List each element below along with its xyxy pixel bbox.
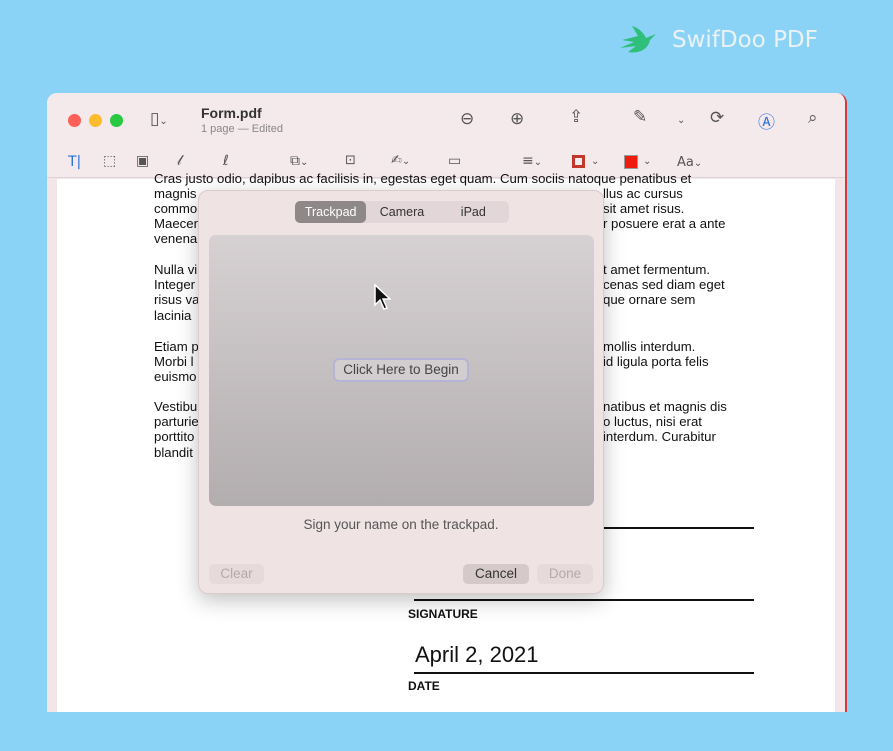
redact-icon[interactable]: ▣ [136,153,149,169]
text-selection-icon[interactable]: T| [68,154,81,170]
instruction-text: Sign your name on the trackpad. [303,517,499,532]
document-line-fragment: t amet fermentum. [603,262,711,277]
fill-color-icon[interactable] [624,155,638,169]
close-button[interactable] [68,114,81,127]
document-line: lacinia [154,308,192,323]
signature-label: SIGNATURE [408,607,478,621]
brand-logo: SwifDoo PDF [618,24,818,56]
swift-bird-icon [620,26,656,53]
draw-icon[interactable]: ℓ [223,153,229,169]
date-field[interactable]: April 2, 2021 [415,642,539,668]
document-title: Form.pdf [201,105,262,121]
clear-button[interactable]: Clear [209,564,264,584]
font-label: Aa [677,155,694,170]
minimize-button[interactable] [89,114,102,127]
document-line-fragment: mollis interdum. [603,339,696,354]
markup-chevron-icon[interactable]: ⌄ [677,115,685,126]
document-line: Nulla vi [154,262,198,277]
brand-name: SwifDoo PDF [672,27,818,53]
sketch-icon[interactable]: 𝓁 [177,153,182,169]
document-line: Integer [154,277,196,292]
document-line-fragment: interdum. Curabitur [603,429,716,444]
document-line: risus va [154,292,200,307]
zoom-out-icon[interactable]: ⊖ [460,109,474,129]
document-line: Cras justo odio, dapibus ac facilisis in… [154,171,692,186]
document-line: porttito [154,429,195,444]
document-line-fragment: sit amet risus. [603,201,685,216]
document-line-fragment: id ligula porta felis [603,354,709,369]
document-line-fragment: que ornare sem [603,292,696,307]
border-color-chevron-icon[interactable]: ⌄ [591,156,599,167]
fill-color-chevron-icon[interactable]: ⌄ [643,156,651,167]
line-style-icon[interactable]: ≡⌄ [522,153,542,169]
document-line: venena [154,231,198,246]
document-line: Morbi l [154,354,194,369]
tab-ipad[interactable]: iPad [438,201,509,223]
input-source-tabs: Trackpad Camera iPad [295,201,509,223]
document-line-fragment: llus ac cursus [603,186,683,201]
document-line: Maecer [154,216,198,231]
document-line-fragment: r posuere erat a ante [603,216,726,231]
zoom-in-icon[interactable]: ⊕ [510,109,524,129]
document-status: 1 page — Edited [201,123,283,135]
sign-icon[interactable]: ✍⌄ [391,153,410,168]
search-icon[interactable]: ⌕ [808,108,818,128]
border-color-icon[interactable] [572,155,585,168]
text-box-icon[interactable]: ⊡ [345,153,356,168]
cancel-button[interactable]: Cancel [463,564,529,584]
markup-pen-icon[interactable]: ✎ [633,107,647,127]
trackpad-signing-area[interactable]: Click Here to Begin [209,235,594,506]
rect-selection-icon[interactable]: ⬚ [103,153,116,169]
mouse-cursor-icon [374,283,391,310]
signature-dialog: Trackpad Camera iPad Click Here to Begin… [198,190,604,594]
sidebar-icon[interactable]: ▯⌄ [150,109,168,129]
document-line-fragment: natibus et magnis dis [603,399,727,414]
markup-circle-icon[interactable]: Ⓐ [758,108,775,133]
document-line: Etiam p [154,339,199,354]
rotate-icon[interactable]: ⟳ [710,108,724,128]
document-line: blandit [154,445,193,460]
tab-camera[interactable]: Camera [366,201,437,223]
document-line-fragment: o luctus, nisi erat [603,414,702,429]
share-icon[interactable]: ⇪ [569,107,583,127]
note-icon[interactable]: ▭ [448,153,461,169]
tab-trackpad[interactable]: Trackpad [295,201,367,223]
click-here-to-begin-button[interactable]: Click Here to Begin [333,358,469,382]
date-label: DATE [408,679,440,693]
document-line: commo [154,201,198,216]
document-line: magnis [154,186,197,201]
signature-line [414,599,754,601]
titlebar: ▯⌄ Form.pdf 1 page — Edited ⊖ ⊕ ⇪ ✎ ⌄ ⟳ … [47,93,845,178]
date-line [414,672,754,674]
done-button[interactable]: Done [537,564,593,584]
document-line: parturie [154,414,199,429]
document-line-fragment: cenas sed diam eget [603,277,725,292]
document-line: Vestibu [154,399,198,414]
shapes-icon[interactable]: ⧉⌄ [290,153,308,169]
font-icon[interactable]: Aa⌄ [677,155,702,170]
document-line: euismo [154,369,197,384]
zoom-button[interactable] [110,114,123,127]
